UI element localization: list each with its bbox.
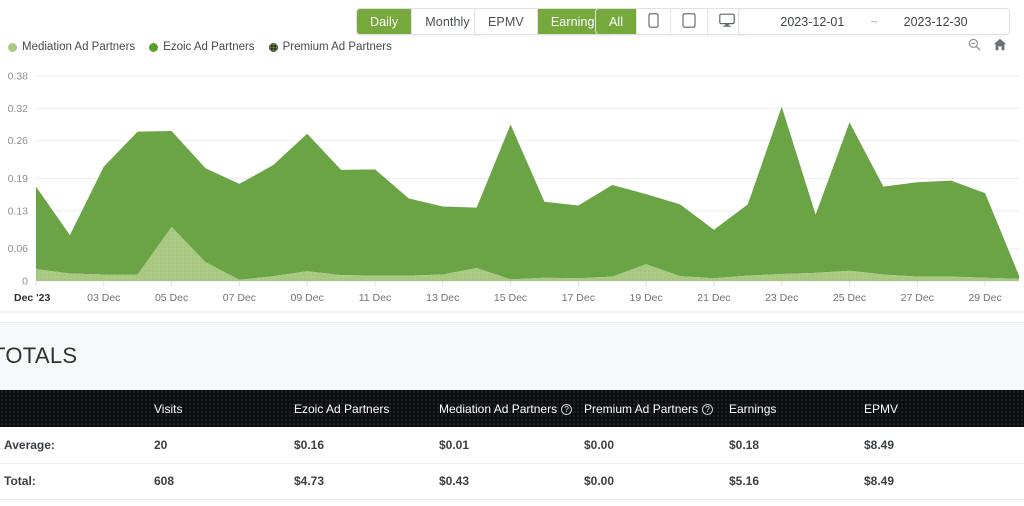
metric-button-group: EPMV Earnings <box>474 8 615 35</box>
zoom-out-icon[interactable] <box>968 38 981 51</box>
ezoic-analytics-dashboard: Daily Monthly EPMV Earnings All 2023-12-… <box>0 0 1024 506</box>
date-range-separator: ~ <box>870 14 878 29</box>
average-premium: $0.00 <box>580 427 725 464</box>
average-ezoic: $0.16 <box>290 427 435 464</box>
average-earnings: $0.18 <box>725 427 860 464</box>
x-axis-tick-label: 15 Dec <box>494 292 527 304</box>
metric-epmv-button[interactable]: EPMV <box>475 9 538 34</box>
col-header-earnings: Earnings <box>729 401 777 416</box>
desktop-icon <box>719 13 736 31</box>
x-axis-tick-label: 21 Dec <box>697 292 730 304</box>
legend-item-premium-ad-partners[interactable]: Premium Ad Partners <box>268 41 392 53</box>
x-axis-tick-label: 19 Dec <box>629 292 662 304</box>
average-epmv: $8.49 <box>860 427 1024 464</box>
total-epmv: $8.49 <box>860 463 1024 500</box>
legend-label-ezoic: Ezoic Ad Partners <box>163 41 255 53</box>
legend-marker-premium-icon <box>268 42 278 52</box>
col-header-premium: Premium Ad Partners? <box>580 390 725 427</box>
home-icon[interactable] <box>993 38 1007 51</box>
device-button-group: All <box>595 8 748 35</box>
interval-daily-button[interactable]: Daily <box>357 9 413 34</box>
totals-table: Visits Ezoic Ad Partners Mediation Ad Pa… <box>0 390 1024 500</box>
col-header-label <box>0 390 150 427</box>
total-ezoic: $4.73 <box>290 463 435 500</box>
total-premium: $0.00 <box>580 463 725 500</box>
legend-marker-ezoic-icon <box>149 42 159 52</box>
interval-button-group: Daily Monthly <box>356 8 484 35</box>
col-header-mediation-text: Mediation Ad Partners <box>439 401 558 416</box>
totals-table-header-row: Visits Ezoic Ad Partners Mediation Ad Pa… <box>0 390 1024 427</box>
mobile-icon <box>648 12 659 31</box>
average-visits: 20 <box>150 427 290 464</box>
date-range-start: 2023-12-01 <box>780 14 845 29</box>
toolbar: Daily Monthly EPMV Earnings All 2023-12-… <box>0 0 1024 51</box>
x-axis-tick-label: 03 Dec <box>87 292 120 304</box>
date-range-end: 2023-12-30 <box>903 14 968 29</box>
totals-section: TOTALS <box>0 322 1024 390</box>
legend-label-premium: Premium Ad Partners <box>282 41 392 53</box>
device-all-button[interactable]: All <box>596 9 638 34</box>
table-row: Average: 20 $0.16 $0.01 $0.00 $0.18 $8.4… <box>0 427 1024 464</box>
y-axis-tick-label: 0.32 <box>8 103 29 115</box>
mediation-help-icon[interactable]: ? <box>561 403 573 415</box>
total-visits: 608 <box>150 463 290 500</box>
x-axis-tick-label: 17 Dec <box>562 292 595 304</box>
average-mediation: $0.01 <box>435 427 580 464</box>
col-header-ezoic: Ezoic Ad Partners <box>294 401 390 416</box>
chart-x-axis: Dec '23 03 Dec 05 Dec 07 Dec 09 Dec 11 Dec 13 … <box>0 281 1024 313</box>
x-axis-tick-label: Dec '23 <box>14 292 51 304</box>
total-mediation: $0.43 <box>435 463 580 500</box>
legend-marker-mediation-icon <box>8 42 17 52</box>
y-axis-tick-label: 0.06 <box>8 243 29 255</box>
tablet-icon <box>682 12 696 31</box>
y-axis-tick-label: 0.19 <box>8 173 29 185</box>
x-axis-tick-label: 09 Dec <box>291 292 324 304</box>
legend-label-mediation: Mediation Ad Partners <box>22 41 136 53</box>
premium-help-icon[interactable]: ? <box>702 403 714 415</box>
legend-item-mediation-ad-partners[interactable]: Mediation Ad Partners <box>8 41 135 53</box>
chart-areas <box>36 106 1019 281</box>
col-header-mediation: Mediation Ad Partners? <box>435 390 580 427</box>
total-earnings: $5.16 <box>725 463 860 500</box>
totals-table-head: Visits Ezoic Ad Partners Mediation Ad Pa… <box>0 390 1024 427</box>
col-header-epmv: EPMV <box>864 401 899 416</box>
row-label-average: Average: <box>0 427 150 464</box>
x-axis-tick-label: 29 Dec <box>968 292 1001 304</box>
interval-monthly-button[interactable]: Monthly <box>412 9 483 34</box>
y-axis-tick-label: 0.13 <box>8 205 29 217</box>
device-tablet-button[interactable] <box>671 9 709 34</box>
table-row: Total: 608 $4.73 $0.43 $0.00 $5.16 $8.49 <box>0 463 1024 500</box>
y-axis-tick-label: 0.38 <box>8 71 29 83</box>
y-axis-tick-label: 0 <box>22 276 28 288</box>
chart-tool-icons <box>968 38 1007 51</box>
date-range-picker[interactable]: 2023-12-01 ~ 2023-12-30 <box>738 8 1010 35</box>
x-axis-tick-label: 07 Dec <box>223 292 256 304</box>
y-axis-tick-label: 0.26 <box>8 135 29 147</box>
col-header-premium-text: Premium Ad Partners <box>584 401 699 416</box>
device-mobile-button[interactable] <box>637 9 672 34</box>
row-label-total: Total: <box>0 463 150 500</box>
chart-legend: Mediation Ad Partners Ezoic Ad Partners … <box>8 41 392 53</box>
legend-item-ezoic-ad-partners[interactable]: Ezoic Ad Partners <box>149 41 255 53</box>
x-axis-tick-label: 27 Dec <box>901 292 934 304</box>
col-header-visits: Visits <box>154 401 183 416</box>
totals-heading: TOTALS <box>0 343 78 368</box>
x-axis-tick-label: 23 Dec <box>765 292 798 304</box>
chart-y-axis: 0 0.06 0.13 0.19 0.26 0.32 0.38 <box>8 71 29 288</box>
x-axis-tick-label: 25 Dec <box>833 292 866 304</box>
x-axis-tick-label: 11 Dec <box>359 292 392 304</box>
earnings-area-chart[interactable]: 0 0.06 0.13 0.19 0.26 0.32 0.38 Dec '23 03 Dec 0… <box>0 62 1024 314</box>
x-axis-tick-label: 05 Dec <box>155 292 188 304</box>
totals-table-body: Average: 20 $0.16 $0.01 $0.00 $0.18 $8.4… <box>0 427 1024 500</box>
x-axis-tick-label: 13 Dec <box>426 292 459 304</box>
